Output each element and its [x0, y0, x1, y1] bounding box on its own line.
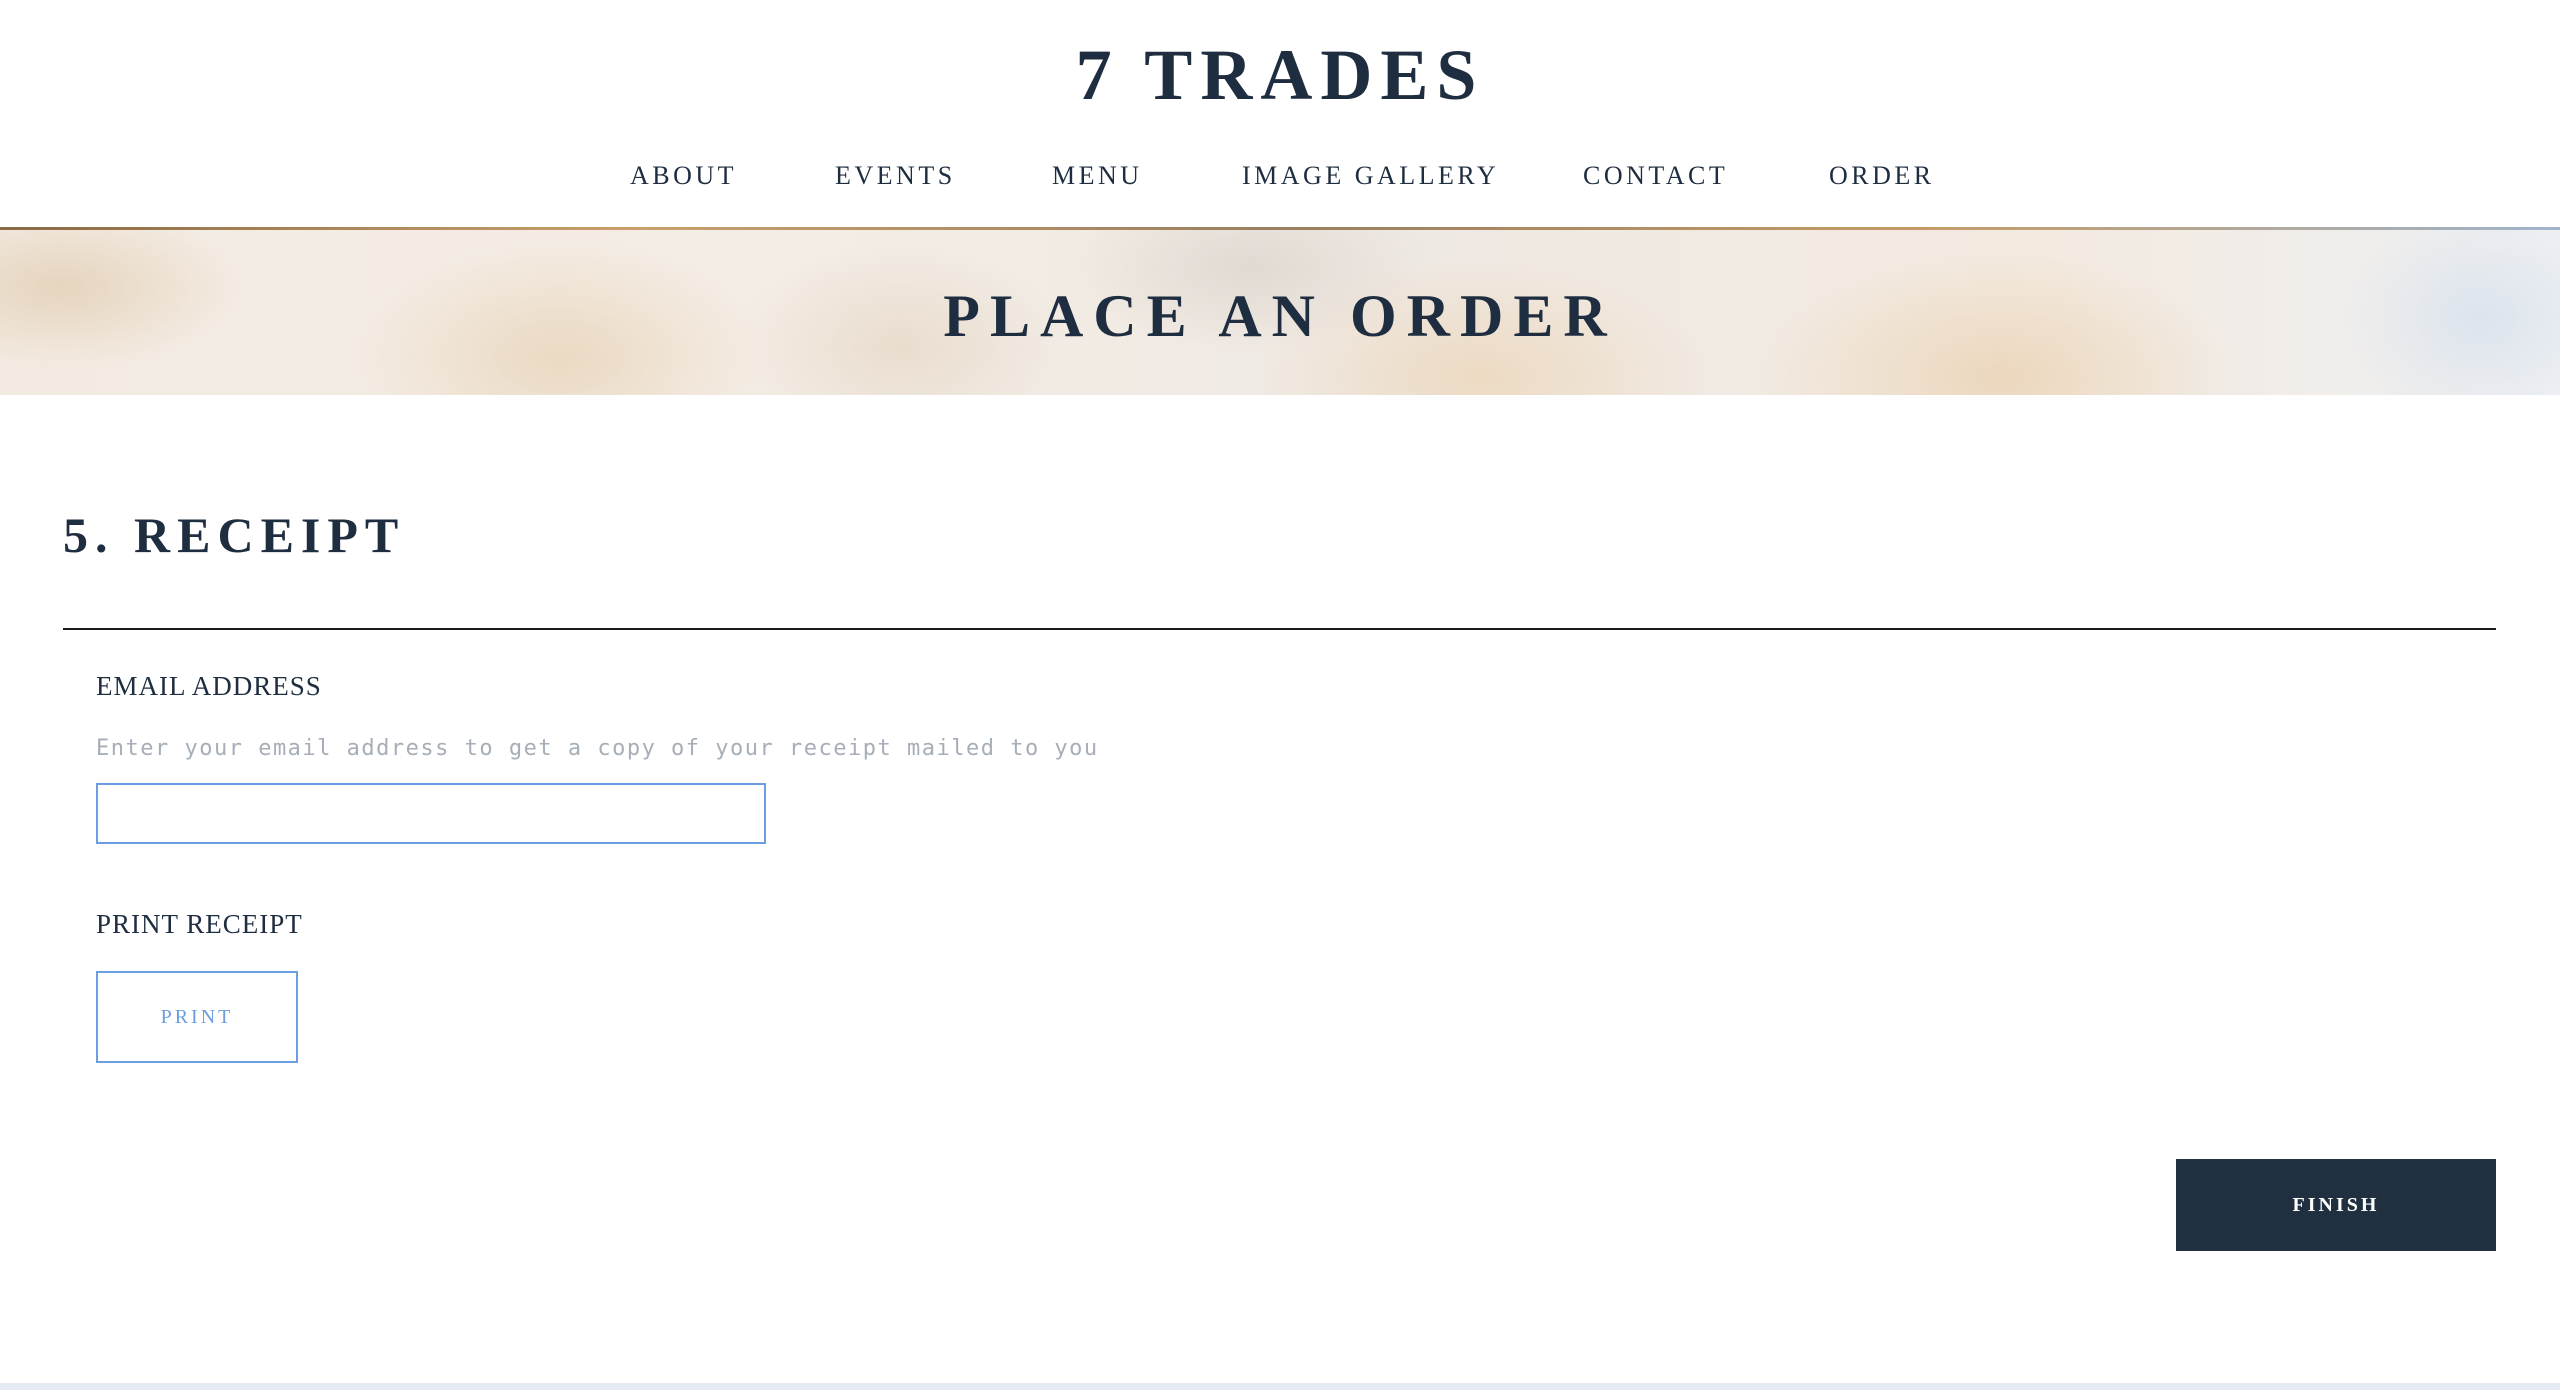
email-label: EMAIL ADDRESS: [96, 671, 322, 701]
site-header: 7 TRADES ABOUT EVENTS MENU IMAGE GALLERY…: [0, 0, 2560, 227]
section-title: 5. RECEIPT: [63, 507, 406, 563]
email-input[interactable]: [96, 783, 766, 844]
print-button[interactable]: PRINT: [96, 971, 298, 1063]
nav-events[interactable]: EVENTS: [835, 158, 956, 194]
nav-about[interactable]: ABOUT: [630, 158, 737, 194]
print-receipt-label: PRINT RECEIPT: [96, 909, 303, 939]
footer-strip: [0, 1383, 2560, 1390]
page-title: PLACE AN ORDER: [943, 283, 1617, 349]
hero-banner: PLACE AN ORDER: [0, 227, 2560, 395]
nav-image-gallery[interactable]: IMAGE GALLERY: [1242, 158, 1499, 194]
main-nav: ABOUT EVENTS MENU IMAGE GALLERY CONTACT …: [0, 158, 2560, 194]
nav-menu[interactable]: MENU: [1052, 158, 1143, 194]
email-helper-text: Enter your email address to get a copy o…: [96, 736, 1099, 761]
site-logo[interactable]: 7 TRADES: [0, 30, 2560, 120]
nav-contact[interactable]: CONTACT: [1583, 158, 1728, 194]
finish-button[interactable]: FINISH: [2176, 1159, 2496, 1251]
nav-order[interactable]: ORDER: [1829, 158, 1935, 194]
section-divider: [63, 628, 2496, 630]
